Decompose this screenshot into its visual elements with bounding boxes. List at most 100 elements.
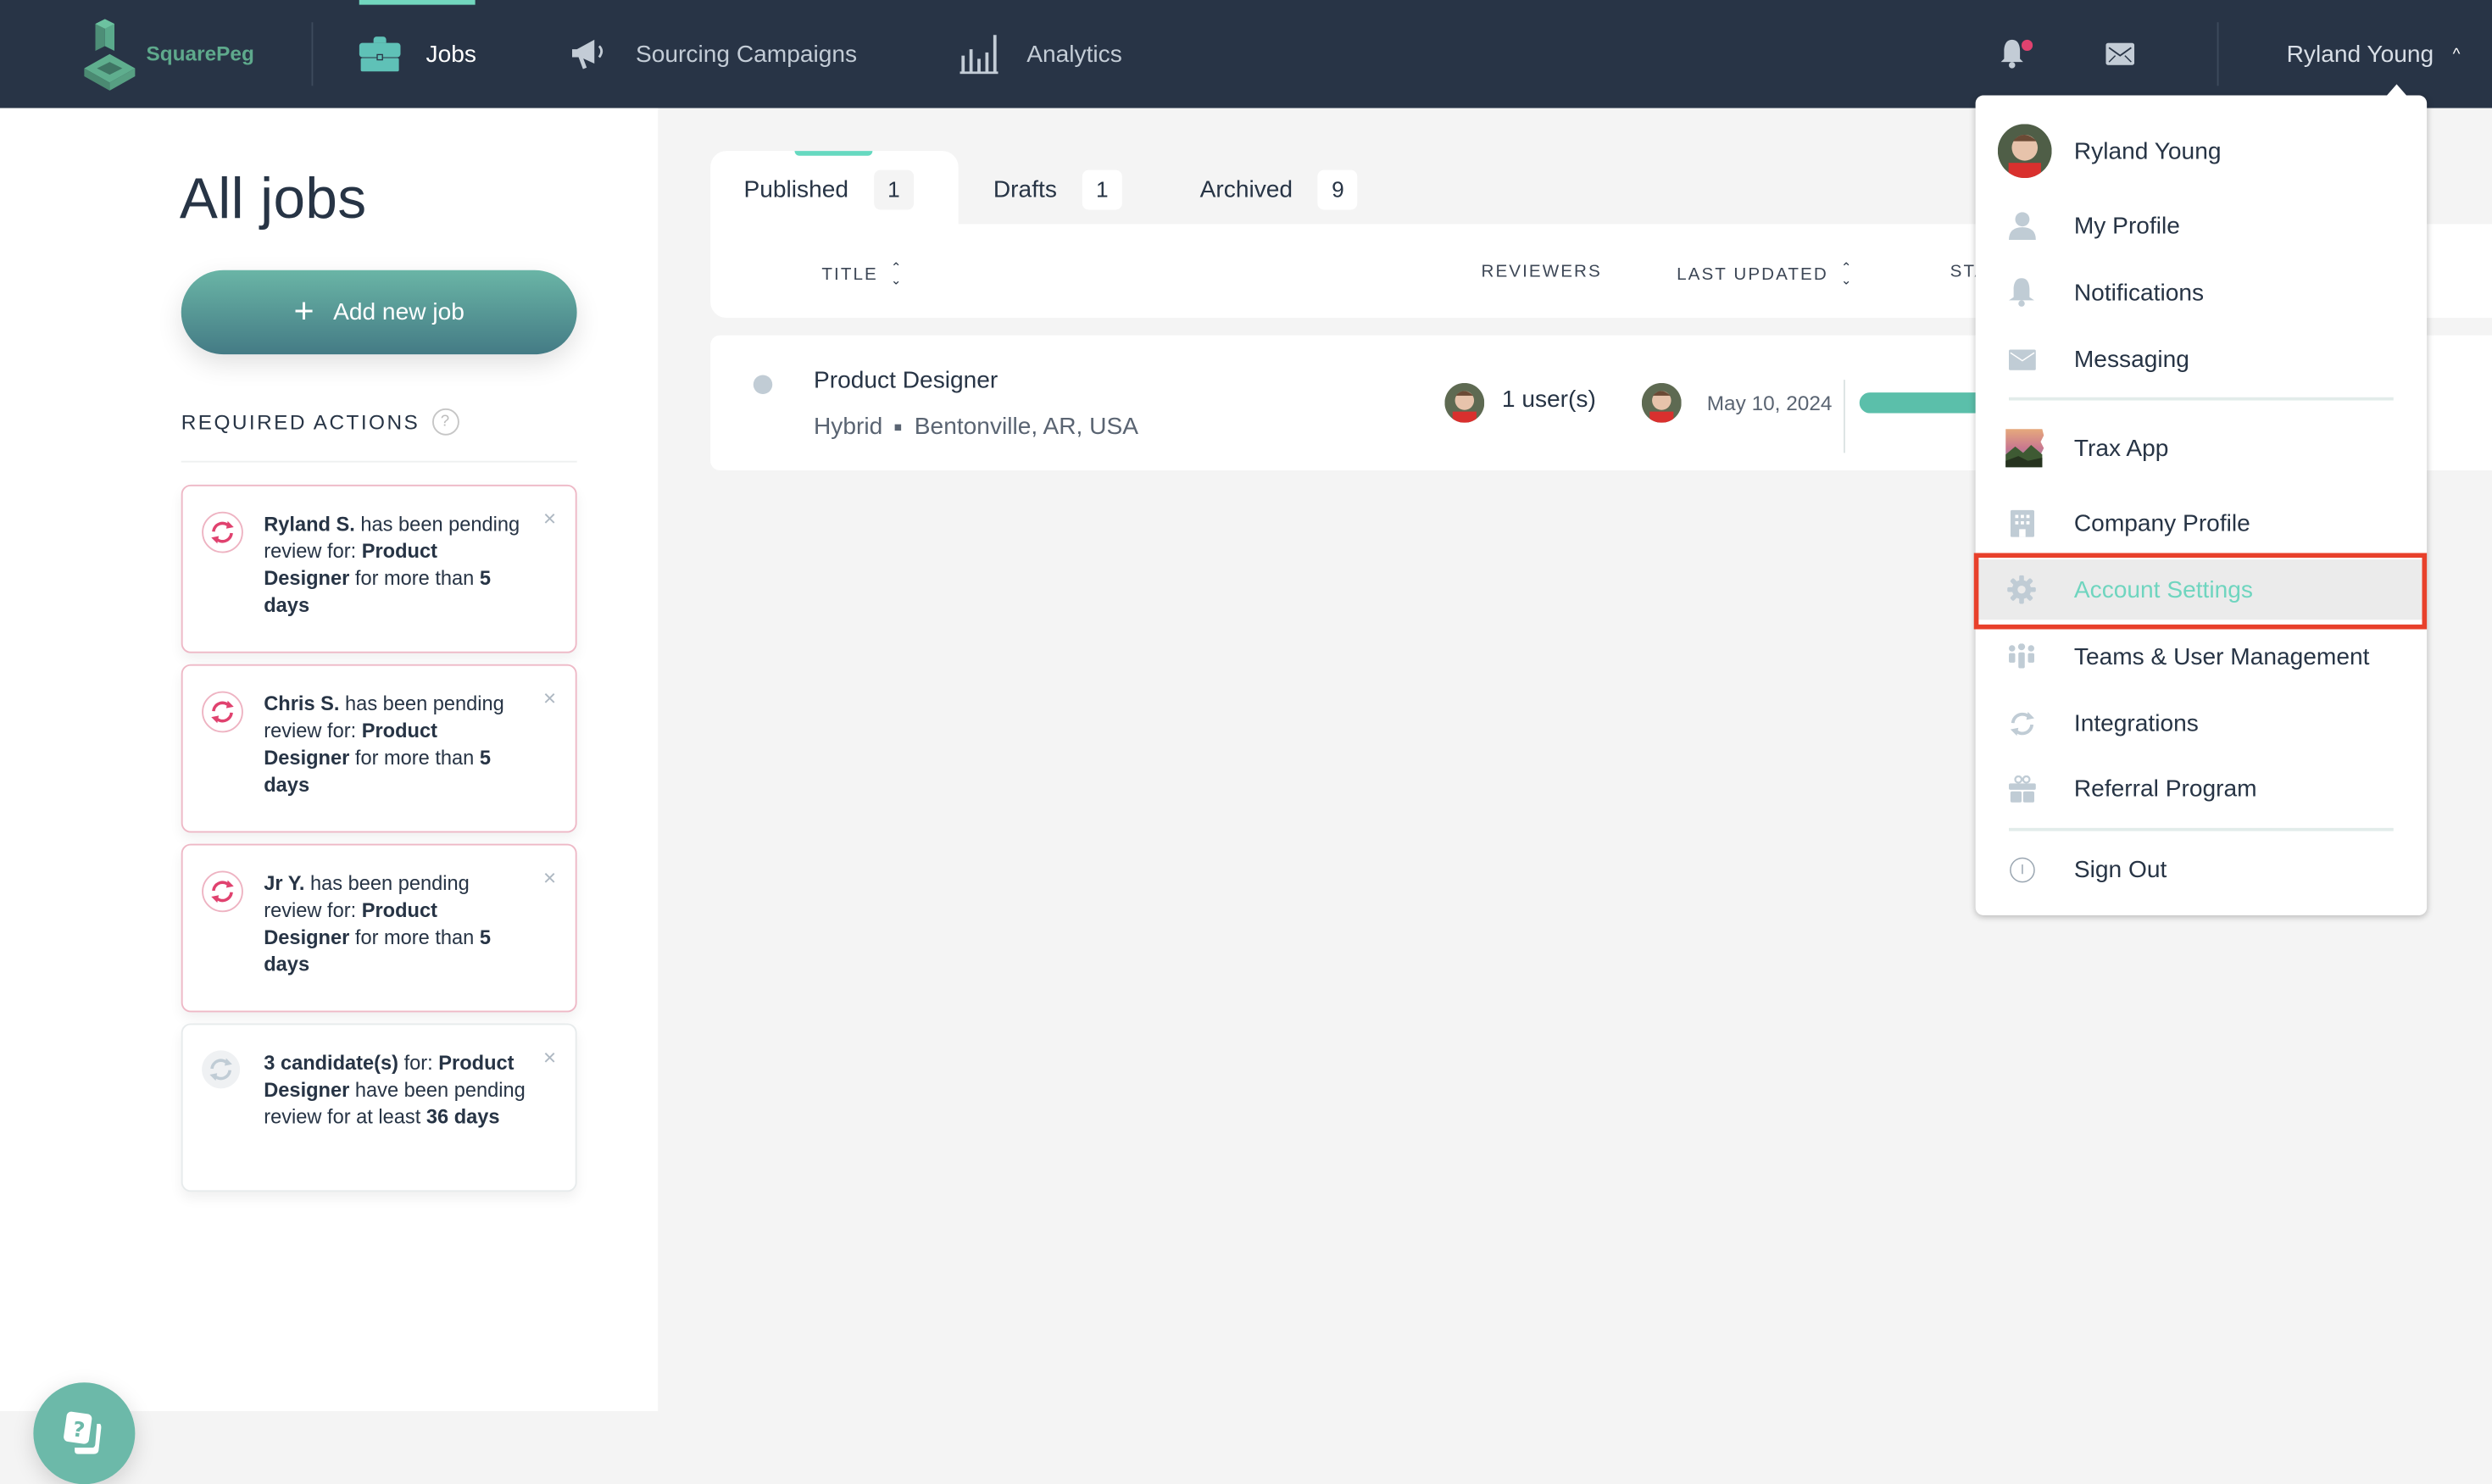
menu-item-messaging[interactable]: Messaging xyxy=(1976,329,2428,389)
required-action-text: Chris S. has been pending review for: Pr… xyxy=(264,692,527,800)
unread-badge xyxy=(2022,39,2033,51)
menu-item-label: My Profile xyxy=(2073,212,2180,240)
messages-button[interactable] xyxy=(2105,42,2135,74)
menu-item-trax-app[interactable]: Trax App xyxy=(1976,418,2428,478)
tab-published[interactable]: Published 1 xyxy=(744,151,914,227)
dropdown-user-name: Ryland Young xyxy=(2073,137,2222,165)
gear-icon xyxy=(2007,575,2036,604)
emphasis-text: 36 days xyxy=(426,1106,500,1129)
sort-icon: ⌃ ⌄ xyxy=(890,260,904,288)
emphasis-text: Chris S. xyxy=(264,692,340,715)
bullet-separator xyxy=(895,423,902,431)
menu-item-company-profile[interactable]: Company Profile xyxy=(1976,492,2428,553)
reviewer-avatar xyxy=(1444,382,1485,423)
last-updated-date: May 10, 2024 xyxy=(1706,391,1833,415)
help-icon[interactable]: ? xyxy=(432,408,460,436)
emphasis-text: Ryland S. xyxy=(264,513,355,536)
top-navigation-bar: SquarePeg Jobs Sourcing Campaigns Analyt… xyxy=(0,0,2492,108)
brand-name: SquarePeg xyxy=(146,40,254,64)
close-icon[interactable]: × xyxy=(543,1046,556,1068)
add-new-job-label: Add new job xyxy=(333,298,464,326)
menu-item-referral-program[interactable]: Referral Program xyxy=(1976,758,2428,818)
app-window: SquarePeg Jobs Sourcing Campaigns Analyt… xyxy=(0,0,2492,1484)
text-segment: for: xyxy=(398,1052,439,1075)
menu-item-label: Sign Out xyxy=(2073,855,2167,883)
user-avatar xyxy=(1997,124,2052,178)
column-reviewers-label: REVIEWERS xyxy=(1481,262,1602,281)
person-icon xyxy=(2007,211,2036,241)
job-title[interactable]: Product Designer xyxy=(814,367,998,394)
envelope-icon xyxy=(2105,42,2135,65)
pending-review-icon xyxy=(202,691,243,733)
menu-item-account-settings[interactable]: Account Settings xyxy=(1975,559,2428,620)
menu-item-label: Trax App xyxy=(2073,434,2169,462)
user-name: Ryland Young xyxy=(2286,40,2434,68)
left-panel: All jobs + Add new job REQUIRED ACTIONS … xyxy=(0,108,659,1484)
menu-item-label: Account Settings xyxy=(2073,575,2253,603)
add-new-job-button[interactable]: + Add new job xyxy=(181,270,577,355)
envelope-icon xyxy=(2007,345,2036,374)
close-icon[interactable]: × xyxy=(543,686,556,709)
tab-archived[interactable]: Archived 9 xyxy=(1200,151,1358,227)
reviewers-count: 1 user(s) xyxy=(1501,386,1596,414)
menu-item-label: Company Profile xyxy=(2073,509,2250,536)
close-icon[interactable]: × xyxy=(543,507,556,529)
user-dropdown-menu: Ryland Young My Profile Notifications Me… xyxy=(1975,84,2428,915)
menu-divider xyxy=(2009,397,2394,400)
column-last-updated-label: LAST UPDATED xyxy=(1677,265,1828,285)
menu-item-label: Notifications xyxy=(2073,279,2205,306)
menu-item-notifications[interactable]: Notifications xyxy=(1976,262,2428,322)
dropdown-profile-header[interactable]: Ryland Young xyxy=(1976,121,2428,181)
pending-review-icon xyxy=(202,870,243,913)
help-chat-button[interactable]: ? xyxy=(33,1382,136,1484)
required-action-text: Ryland S. has been pending review for: P… xyxy=(264,512,527,620)
tab-drafts[interactable]: Drafts 1 xyxy=(993,151,1122,227)
dropdown-caret xyxy=(2385,84,2408,97)
menu-item-teams-user-management[interactable]: Teams & User Management xyxy=(1976,626,2428,686)
nav-sourcing-campaigns[interactable]: Sourcing Campaigns xyxy=(572,0,857,108)
required-action-card[interactable]: Chris S. has been pending review for: Pr… xyxy=(181,664,577,833)
user-divider xyxy=(2217,22,2219,86)
user-menu-toggle[interactable]: Ryland Young ^ xyxy=(2287,0,2461,108)
tab-drafts-count: 1 xyxy=(1082,169,1122,209)
column-header-title[interactable]: TITLE ⌃ ⌄ xyxy=(821,260,904,288)
nav-analytics[interactable]: Analytics xyxy=(960,0,1122,108)
menu-item-my-profile[interactable]: My Profile xyxy=(1976,196,2428,256)
menu-item-label: Messaging xyxy=(2073,345,2189,373)
tab-published-count: 1 xyxy=(874,169,914,209)
nav-jobs[interactable]: Jobs xyxy=(359,0,476,108)
emphasis-text: 3 candidate(s) xyxy=(264,1052,399,1075)
megaphone-icon xyxy=(572,39,604,69)
required-action-card[interactable]: Ryland S. has been pending review for: P… xyxy=(181,484,577,653)
brand-logo[interactable]: SquarePeg xyxy=(83,16,254,92)
required-action-card[interactable]: 3 candidate(s) for: Product Designer hav… xyxy=(181,1023,577,1192)
menu-item-label: Teams & User Management xyxy=(2073,642,2370,670)
team-icon xyxy=(2007,642,2036,671)
column-header-last-updated[interactable]: LAST UPDATED ⌃ ⌄ xyxy=(1677,261,1853,287)
pending-review-icon xyxy=(202,1050,241,1089)
menu-item-integrations[interactable]: Integrations xyxy=(1976,693,2428,753)
text-segment: for more than xyxy=(349,926,480,949)
chevron-up-icon: ^ xyxy=(2452,45,2461,64)
nav-analytics-label: Analytics xyxy=(1026,40,1122,68)
column-divider xyxy=(1844,380,1845,453)
bar-chart-icon xyxy=(960,35,998,75)
tab-archived-count: 9 xyxy=(1318,169,1358,209)
tab-drafts-label: Drafts xyxy=(993,175,1057,203)
text-segment: for more than xyxy=(349,567,480,590)
required-action-text: Jr Y. has been pending review for: Produ… xyxy=(264,871,527,980)
column-header-reviewers: REVIEWERS xyxy=(1482,262,1602,281)
close-icon[interactable]: × xyxy=(543,866,556,888)
active-tab-indicator xyxy=(359,0,476,5)
gift-icon xyxy=(2007,774,2036,803)
menu-item-sign-out[interactable]: Sign Out xyxy=(1976,839,2428,899)
nav-divider xyxy=(311,22,314,86)
required-action-card[interactable]: Jr Y. has been pending review for: Produ… xyxy=(181,843,577,1013)
required-action-text: 3 candidate(s) for: Product Designer hav… xyxy=(264,1050,527,1131)
column-title-label: TITLE xyxy=(821,265,878,285)
required-actions-heading: REQUIRED ACTIONS ? xyxy=(181,408,460,436)
nav-sourcing-label: Sourcing Campaigns xyxy=(636,40,858,68)
menu-item-label: Integrations xyxy=(2073,709,2199,737)
notifications-button[interactable] xyxy=(1998,38,2033,78)
divider xyxy=(181,460,577,463)
